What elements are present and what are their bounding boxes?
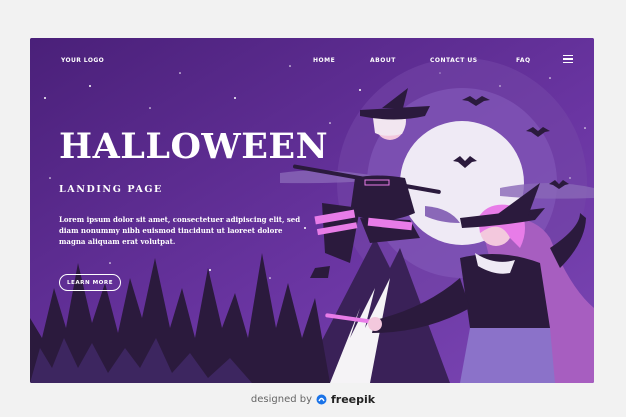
freepik-brand[interactable]: freepik xyxy=(331,393,375,406)
credit-text: designed by xyxy=(250,394,313,405)
landing-page-card: YOUR LOGO HOME ABOUT CONTACT US FAQ HALL… xyxy=(30,38,594,383)
page-title: HALLOWEEN xyxy=(59,126,329,167)
halloween-illustration xyxy=(30,38,594,383)
freepik-logo-icon xyxy=(316,394,327,405)
footer-credit: designed by freepik xyxy=(0,393,626,406)
nav-about[interactable]: ABOUT xyxy=(370,57,396,64)
nav-faq[interactable]: FAQ xyxy=(516,57,531,64)
hero-description: Lorem ipsum dolor sit amet, consectetuer… xyxy=(59,215,301,246)
hamburger-menu-icon[interactable] xyxy=(563,55,573,64)
nav-home[interactable]: HOME xyxy=(313,57,335,64)
page-subtitle: LANDING PAGE xyxy=(59,184,163,195)
learn-more-button[interactable]: LEARN MORE xyxy=(59,274,121,291)
site-logo[interactable]: YOUR LOGO xyxy=(61,57,104,64)
nav-contact-us[interactable]: CONTACT US xyxy=(430,57,478,64)
